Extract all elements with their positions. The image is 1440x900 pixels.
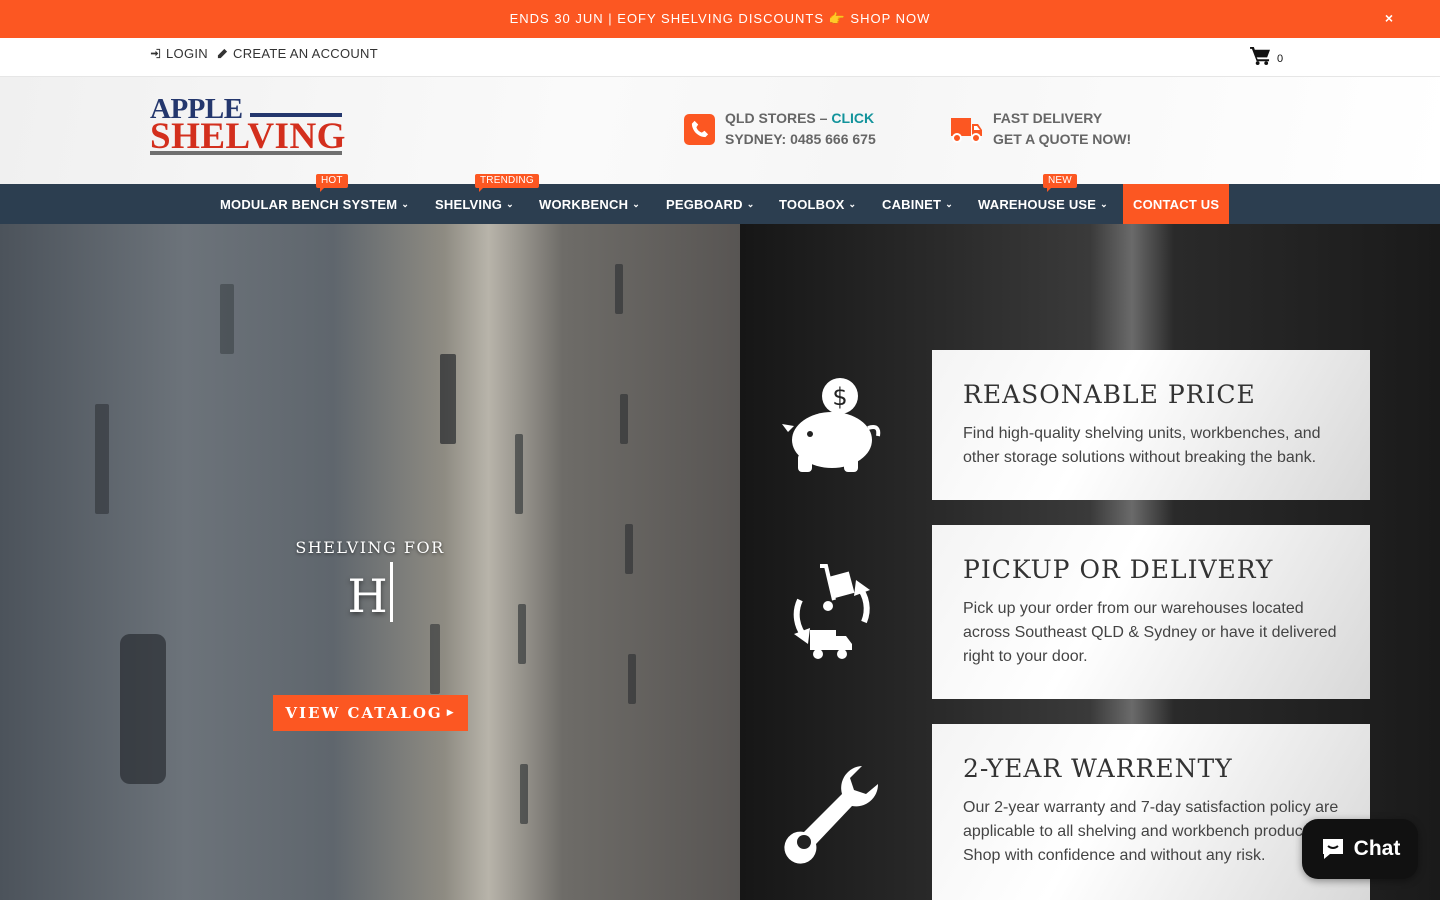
stores-label: QLD STORES – xyxy=(725,110,832,126)
piggy-bank-icon: $ xyxy=(782,378,881,472)
stores-click-link[interactable]: CLICK xyxy=(831,110,874,126)
chevron-down-icon: ⌄ xyxy=(1100,198,1108,209)
feature-card-warranty: 2-YEAR WARRENTY Our 2-year warranty and … xyxy=(932,724,1370,900)
chevron-down-icon: ⌄ xyxy=(746,198,755,209)
announcement-bar[interactable]: ENDS 30 JUN | EOFY SHELVING DISCOUNTS 👉 … xyxy=(0,0,1440,38)
hero-title: SHELVING FOR xyxy=(295,538,445,557)
feature-title: REASONABLE PRICE xyxy=(963,380,1256,409)
hero-typed-text: H xyxy=(270,562,470,623)
delivery-info[interactable]: FAST DELIVERY GET A QUOTE NOW! xyxy=(949,108,1131,150)
sydney-phone[interactable]: SYDNEY: 0485 666 675 xyxy=(725,129,876,150)
nav-item-cabinet[interactable]: CABINET ⌄ xyxy=(882,184,953,224)
wrench-icon xyxy=(784,766,879,864)
main-nav: HOT MODULAR BENCH SYSTEM ⌄ TRENDING SHELV… xyxy=(0,174,1440,224)
chat-label: Chat xyxy=(1353,837,1401,860)
chevron-down-icon: ⌄ xyxy=(945,198,953,209)
chevron-down-icon: ⌄ xyxy=(632,198,640,209)
hot-badge: HOT xyxy=(316,174,348,192)
chat-button[interactable]: Chat xyxy=(1302,819,1418,879)
pickup-delivery-icon xyxy=(793,564,870,659)
sign-in-icon xyxy=(150,48,161,59)
site-header: APPLE SHELVING QLD STORES – CLICK SYDNEY… xyxy=(0,77,1440,184)
cart-count: 0 xyxy=(1277,53,1284,65)
feature-text: Our 2-year warranty and 7-day satisfacti… xyxy=(963,799,1339,864)
login-label: LOGIN xyxy=(166,46,208,61)
create-account-label: CREATE AN ACCOUNT xyxy=(233,46,378,61)
store-contact: QLD STORES – CLICK SYDNEY: 0485 666 675 xyxy=(684,108,876,150)
create-account-link[interactable]: CREATE AN ACCOUNT xyxy=(217,46,378,61)
fast-delivery-text: FAST DELIVERY xyxy=(993,110,1103,126)
hero-section: SHELVING FOR H VIEW CATALOG ▶ $ REASONAB… xyxy=(0,224,1440,900)
feature-title: PICKUP OR DELIVERY xyxy=(963,555,1274,584)
feature-text: Find high-quality shelving units, workbe… xyxy=(963,425,1321,466)
nav-item-modular-bench-system[interactable]: HOT MODULAR BENCH SYSTEM ⌄ xyxy=(220,174,410,224)
nav-item-contact-us[interactable]: CONTACT US xyxy=(1123,184,1230,224)
phone-icon xyxy=(684,113,715,145)
caret-right-icon: ▶ xyxy=(446,708,456,718)
nav-item-warehouse-use[interactable]: NEW WAREHOUSE USE ⌄ xyxy=(978,174,1108,224)
cart-icon xyxy=(1250,46,1270,65)
chat-bubble-icon xyxy=(1322,839,1343,859)
chevron-down-icon: ⌄ xyxy=(848,198,857,209)
truck-icon xyxy=(951,118,982,143)
get-quote-text: GET A QUOTE NOW! xyxy=(993,131,1132,147)
nav-item-pegboard[interactable]: PEGBOARD ⌄ xyxy=(666,184,754,224)
feature-text: Pick up your order from our warehouses l… xyxy=(963,600,1337,665)
login-link[interactable]: LOGIN xyxy=(150,46,208,61)
feature-card-reasonable-price: REASONABLE PRICE Find high-quality shelv… xyxy=(932,350,1370,500)
new-badge: NEW xyxy=(1043,174,1077,192)
nav-item-toolbox[interactable]: TOOLBOX ⌄ xyxy=(779,184,856,224)
close-icon[interactable]: × xyxy=(1385,10,1394,26)
cart-button[interactable]: 0 xyxy=(1250,46,1283,65)
feature-title: 2-YEAR WARRENTY xyxy=(963,754,1233,783)
apple-shelving-logo[interactable]: APPLE SHELVING xyxy=(150,93,350,159)
nav-item-shelving[interactable]: TRENDING SHELVING ⌄ xyxy=(435,174,539,224)
announcement-text[interactable]: ENDS 30 JUN | EOFY SHELVING DISCOUNTS 👉 … xyxy=(510,11,931,27)
svg-text:$: $ xyxy=(832,383,847,411)
view-catalog-button[interactable]: VIEW CATALOG ▶ xyxy=(273,695,468,731)
nav-item-workbench[interactable]: WORKBENCH ⌄ xyxy=(539,184,640,224)
chevron-down-icon: ⌄ xyxy=(401,198,410,209)
feature-card-pickup-delivery: PICKUP OR DELIVERY Pick up your order fr… xyxy=(932,525,1370,699)
account-bar: LOGIN CREATE AN ACCOUNT 0 xyxy=(0,38,1440,77)
chevron-down-icon: ⌄ xyxy=(506,198,514,209)
trending-badge: TRENDING xyxy=(475,174,539,192)
pencil-icon xyxy=(217,48,228,59)
